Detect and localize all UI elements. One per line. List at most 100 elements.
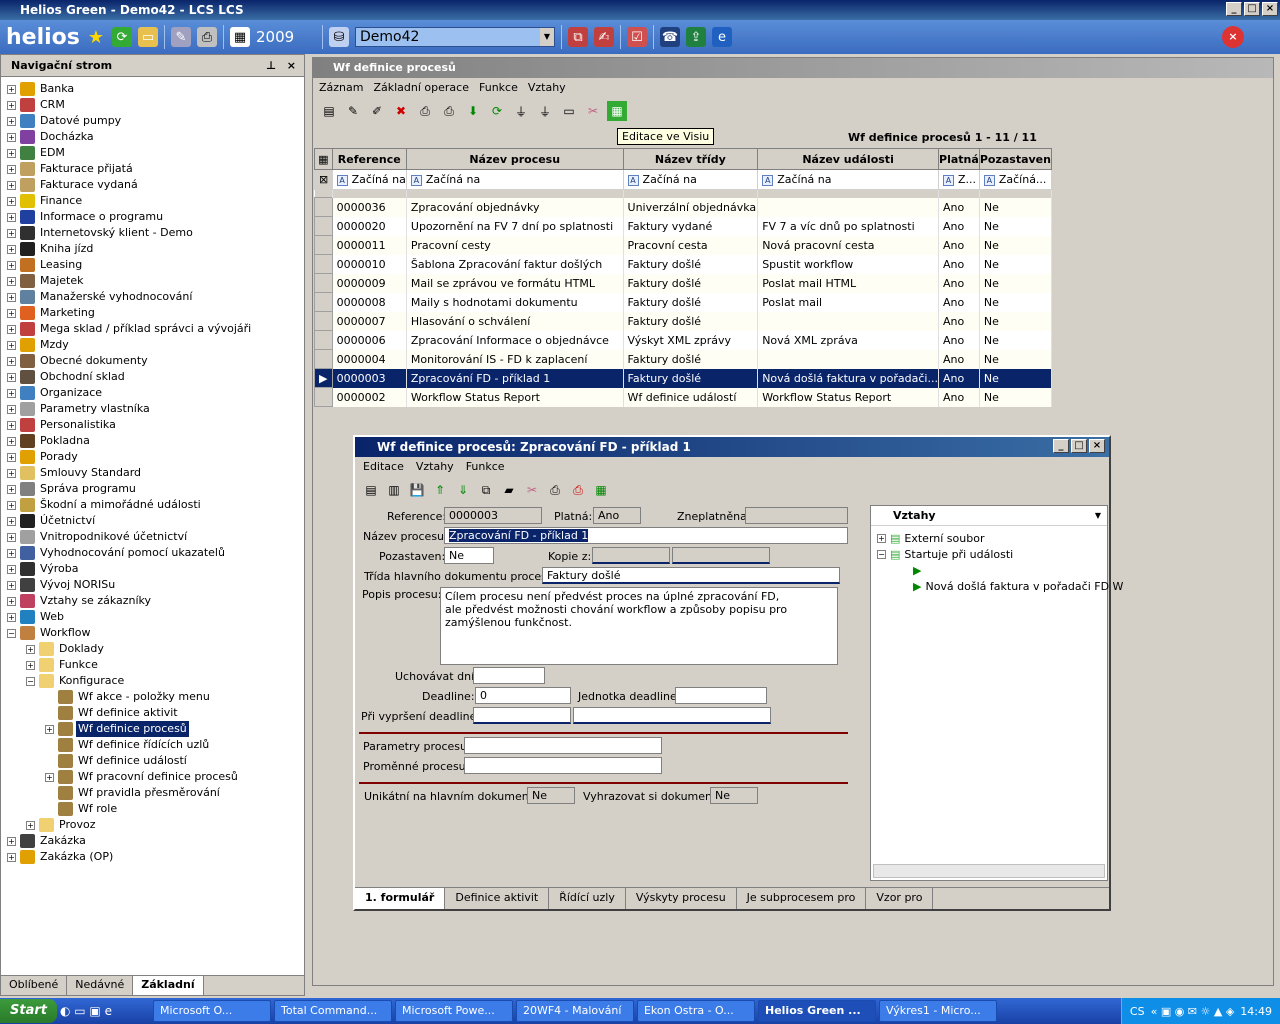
pozastaven-field[interactable]: Ne [444,547,494,564]
nav-tree-item[interactable]: + Organizace [7,385,104,401]
expand-icon[interactable]: + [7,196,16,206]
relations-header[interactable]: Vztahy ▼ [871,506,1107,526]
dialog-maximize-button[interactable]: □ [1071,439,1087,453]
taskbar-task[interactable]: Ekon Ostra - O... [636,1000,755,1022]
expand-icon[interactable]: + [7,596,16,606]
expand-icon[interactable]: + [7,132,16,142]
nav-tree-item[interactable]: + Kniha jízd [7,241,95,257]
expand-icon[interactable]: + [26,660,35,670]
promenne-field[interactable] [464,757,662,774]
nav-tree-item[interactable]: − Workflow [7,625,93,641]
menu-vztahy[interactable]: Vztahy [528,78,566,98]
column-header[interactable]: Název události [757,148,939,170]
expand-icon[interactable]: + [7,564,16,574]
filter-icon[interactable]: ⊠ [314,169,333,190]
expand-icon[interactable]: + [7,612,16,622]
tab-je-subprocesem-pro[interactable]: Je subprocesem pro [736,888,867,909]
open-icon[interactable]: ▥ [384,480,404,500]
nav-tree-item[interactable]: + Pokladna [7,433,92,449]
tray-icons[interactable]: « ▣ ◉ ✉ ☼ ▲ ◈ [1151,1005,1235,1018]
edit-icon[interactable]: ✐ [367,101,387,121]
nav-tree-item[interactable]: + Správa programu [7,481,138,497]
nav-tree-item[interactable]: + Banka [7,81,76,97]
collapse-icon[interactable]: − [26,676,35,686]
table-row[interactable]: 0000010 Šablona Zpracování faktur došlých… [314,254,1053,274]
ie-icon[interactable]: e [712,27,732,47]
table-row[interactable]: 0000007 Hlasování o schválení Faktury došl… [314,311,1053,331]
nav-tree-item[interactable]: + Internetovský klient - Demo [7,225,195,241]
nav-tree-item[interactable]: − Konfigurace [26,673,126,689]
move-down-icon[interactable]: ⇓ [453,480,473,500]
close-icon[interactable]: × [287,55,296,77]
menu-funkce[interactable]: Funkce [466,457,505,477]
copy-icon[interactable]: ⧉ [568,27,588,47]
delete-icon[interactable]: ✖ [391,101,411,121]
table-row[interactable]: 0000009 Mail se zprávou ve formátu HTML Fa… [314,273,1053,293]
start-button[interactable]: Start [0,999,57,1023]
expand-icon[interactable]: + [7,276,16,286]
expand-icon[interactable]: + [7,468,16,478]
maximize-button[interactable]: □ [1244,2,1260,16]
nav-tree-item[interactable]: Wf role [45,801,119,817]
tab-vzor-pro[interactable]: Vzor pro [866,888,934,909]
expand-icon[interactable]: + [7,516,16,526]
expand-icon[interactable]: + [7,340,16,350]
expand-icon[interactable]: + [7,404,16,414]
expand-icon[interactable]: + [7,100,16,110]
filter-edit-icon[interactable]: ⏚ [535,101,555,121]
nav-tree-item[interactable]: + Parametry vlastníka [7,401,152,417]
calendar-icon[interactable]: ▦ [230,27,250,47]
table-row[interactable]: 0000036 Zpracování objednávky Univerzální … [314,197,1053,217]
relation-item[interactable]: − ▤ Startuje při události [877,548,1013,561]
grid-settings-icon[interactable]: ▦ [314,148,333,170]
nav-tree-item[interactable]: + Porady [7,449,80,465]
reference-field[interactable]: 0000003 [444,507,542,524]
tab-definice-aktivit[interactable]: Definice aktivit [445,888,550,909]
database-select[interactable]: Demo42 ▼ [355,27,555,47]
expand-icon[interactable]: + [7,500,16,510]
folder-icon[interactable]: ▭ [138,27,158,47]
grid-icon[interactable]: ▦ [591,480,611,500]
row-indicator[interactable] [314,197,333,217]
filter-cell[interactable]: A Začíná na [622,169,759,190]
filter-cell[interactable]: A Začíná na [757,169,939,190]
nav-tree-item[interactable]: + Provoz [26,817,97,833]
nav-tree-item[interactable]: + Smlouvy Standard [7,465,143,481]
move-up-icon[interactable]: ⇑ [430,480,450,500]
nav-tree-item[interactable]: + Fakturace přijatá [7,161,135,177]
filter-mode-icon[interactable]: A [627,175,639,186]
table-row[interactable]: 0000011 Pracovní cesty Pracovní cesta Nová … [314,235,1053,255]
nav-tree-item[interactable]: + Wf definice procesů [45,720,190,738]
expand-icon[interactable]: + [7,164,16,174]
taskbar-task[interactable]: Total Command... [273,1000,392,1022]
expand-icon[interactable]: + [7,852,16,862]
nav-tree-item[interactable]: + Informace o programu [7,209,165,225]
print-icon[interactable]: ⎙ [415,101,435,121]
nav-tree-item[interactable]: + Škodní a mimořádné události [7,497,203,513]
row-indicator[interactable] [314,273,333,293]
taskbar-task[interactable]: Microsoft O... [152,1000,271,1022]
expand-icon[interactable]: + [7,228,16,238]
row-indicator[interactable] [314,216,333,236]
print-icon[interactable]: ⎙ [545,480,565,500]
relation-item[interactable]: ▶ Nová došlá faktura v pořadači FD W [913,580,1123,593]
nav-tree-item[interactable]: Wf definice událostí [45,753,189,769]
tab-zakladni[interactable]: Základní [133,976,204,995]
upload-icon[interactable]: ⇪ [686,27,706,47]
menu-zakladni-operace[interactable]: Základní operace [373,78,469,98]
filter-mode-icon[interactable]: A [336,175,348,186]
jednotka-field[interactable] [675,687,767,704]
collapse-icon[interactable]: − [7,628,16,638]
vyhrazovat-field[interactable]: Ne [710,787,758,804]
nav-tree-item[interactable]: Wf definice aktivit [45,705,180,721]
expand-icon[interactable]: + [45,724,54,734]
nav-tree-item[interactable]: + Vývoj NORISu [7,577,117,593]
row-indicator[interactable] [314,235,333,255]
nazev-procesu-field[interactable]: Zpracování FD - příklad 1 [444,527,848,544]
chevron-down-icon[interactable]: ▼ [1095,506,1101,526]
expand-icon[interactable]: + [7,244,16,254]
phone-icon[interactable]: ☎ [660,27,680,47]
nav-tree-item[interactable]: + Finance [7,193,84,209]
nav-tree-item[interactable]: + Wf pracovní definice procesů [45,769,240,785]
parametry-field[interactable] [464,737,662,754]
